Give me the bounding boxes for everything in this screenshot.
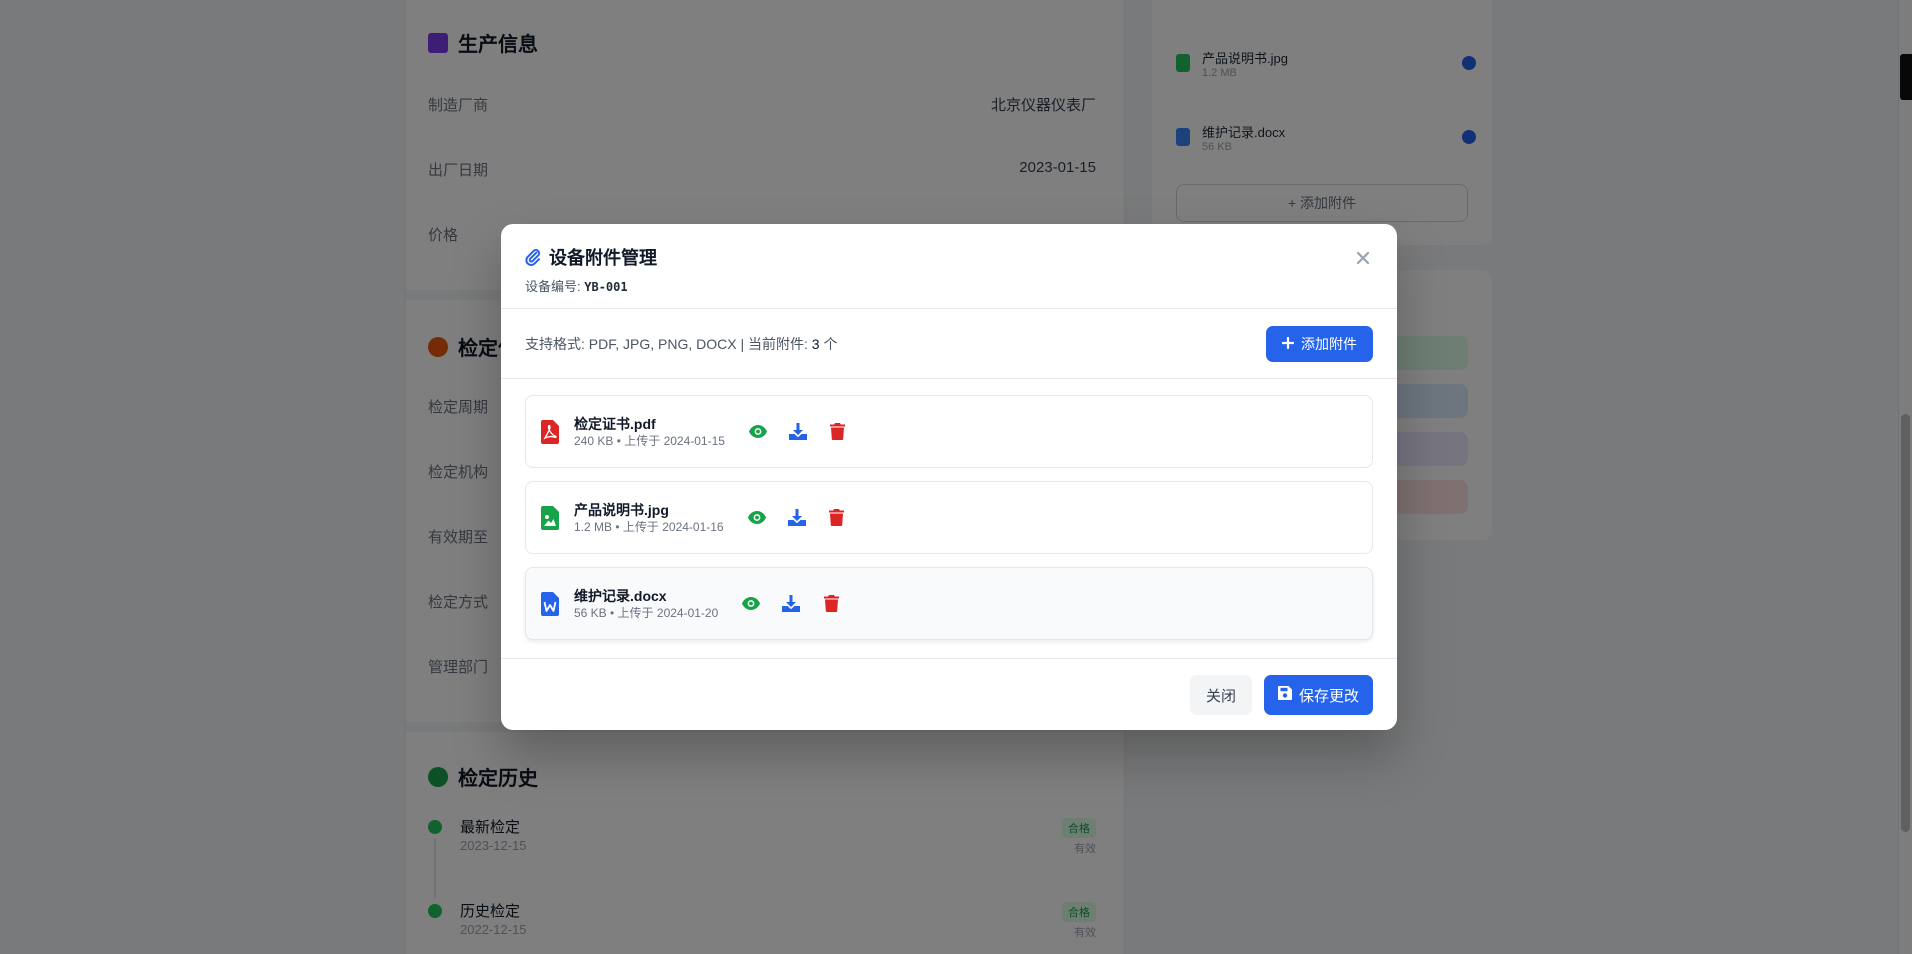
delete-icon[interactable] (827, 421, 849, 443)
paperclip-icon (525, 248, 541, 266)
attachment-count: 3 (811, 335, 820, 352)
file-image-icon (540, 505, 560, 530)
view-icon[interactable] (747, 421, 769, 443)
attachment-modal: 设备附件管理 设备编号: YB-001 支持格式: PDF, JPG, PNG,… (501, 224, 1397, 730)
modal-footer: 关闭 保存更改 (501, 659, 1397, 730)
file-word-icon (540, 591, 560, 616)
modal-title-text: 设备附件管理 (549, 248, 657, 268)
attachment-list: 检定证书.pdf 240 KB • 上传于 2024-01-15 产品说明书.j… (501, 379, 1397, 659)
save-label: 保存更改 (1298, 687, 1359, 705)
delete-icon[interactable] (826, 507, 848, 529)
file-name: 产品说明书.jpg (574, 501, 669, 518)
delete-icon[interactable] (820, 593, 842, 615)
view-icon[interactable] (740, 593, 762, 615)
attachment-item: 检定证书.pdf 240 KB • 上传于 2024-01-15 (525, 395, 1373, 468)
plus-icon (1281, 336, 1295, 352)
attachment-item: 产品说明书.jpg 1.2 MB • 上传于 2024-01-16 (525, 481, 1373, 554)
file-meta: 56 KB • 上传于 2024-01-20 (574, 605, 719, 620)
file-name: 维护记录.docx (574, 587, 667, 604)
format-info-text: 支持格式: PDF, JPG, PNG, DOCX | 当前附件: (525, 335, 808, 352)
add-attachment-button[interactable]: 添加附件 (1266, 325, 1373, 362)
download-icon[interactable] (786, 507, 808, 529)
file-name: 检定证书.pdf (574, 415, 656, 432)
modal-header: 设备附件管理 设备编号: YB-001 (501, 224, 1397, 309)
file-meta: 240 KB • 上传于 2024-01-15 (574, 433, 725, 448)
attachment-count-unit: 个 (823, 335, 838, 352)
view-icon[interactable] (746, 507, 768, 529)
format-info: 支持格式: PDF, JPG, PNG, DOCX | 当前附件: 3 个 (525, 334, 837, 354)
modal-title: 设备附件管理 (525, 244, 1373, 270)
download-icon[interactable] (787, 421, 809, 443)
modal-toolbar: 支持格式: PDF, JPG, PNG, DOCX | 当前附件: 3 个 添加… (501, 309, 1397, 379)
save-icon (1277, 686, 1292, 704)
device-code: YB-001 (584, 280, 628, 294)
device-number: 设备编号: YB-001 (525, 276, 1373, 295)
close-button[interactable]: 关闭 (1189, 675, 1252, 715)
save-button[interactable]: 保存更改 (1263, 675, 1373, 715)
device-number-label: 设备编号: (525, 279, 581, 294)
file-meta: 1.2 MB • 上传于 2024-01-16 (574, 519, 724, 534)
file-pdf-icon (540, 419, 560, 444)
download-icon[interactable] (780, 593, 802, 615)
close-icon[interactable] (1351, 246, 1375, 270)
attachment-item: 维护记录.docx 56 KB • 上传于 2024-01-20 (525, 567, 1373, 640)
add-attachment-label: 添加附件 (1301, 335, 1357, 352)
